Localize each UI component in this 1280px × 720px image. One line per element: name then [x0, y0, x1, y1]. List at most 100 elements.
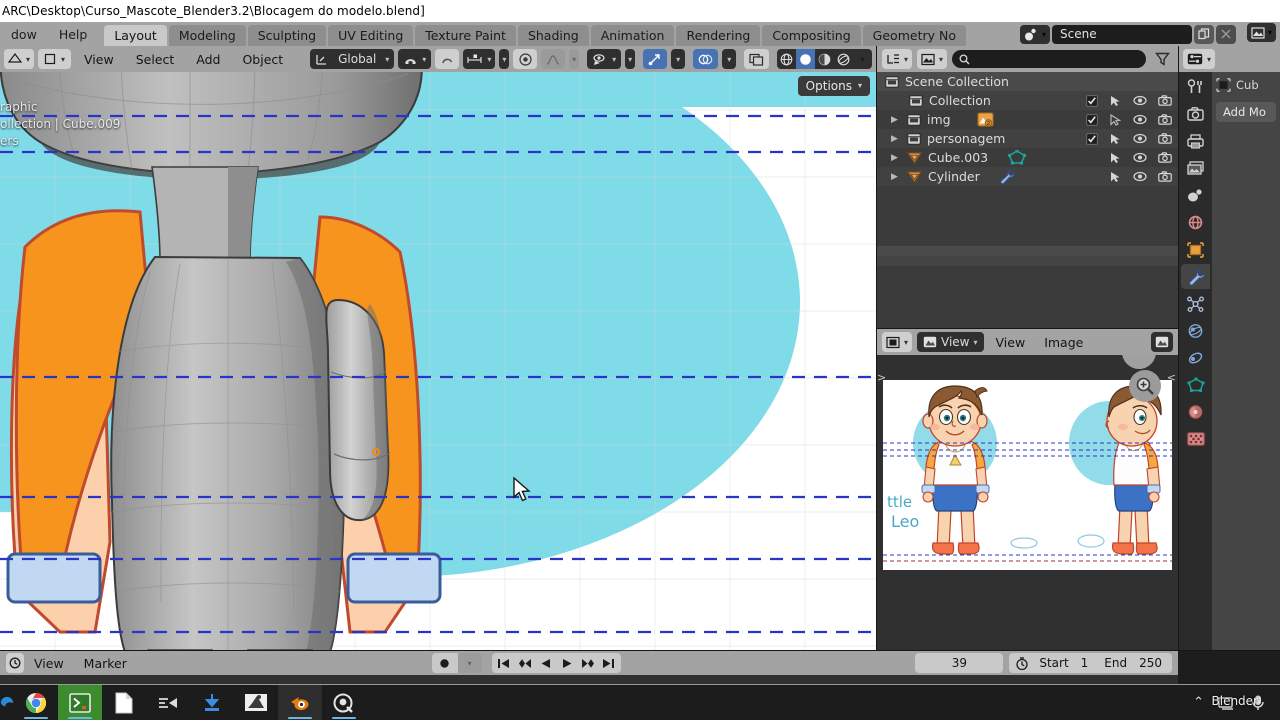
disclosure-triangle-icon[interactable]: ▶	[891, 134, 903, 144]
overlays-dropdown[interactable]: ▾	[722, 49, 737, 69]
checkbox-icon[interactable]	[1086, 132, 1098, 145]
taskbar-item-sync[interactable]	[146, 685, 190, 720]
image-editor-canvas[interactable]: ttle Leo > <	[877, 355, 1178, 650]
tab-geometry-nodes[interactable]: Geometry No	[862, 25, 966, 46]
camera-icon[interactable]	[1158, 114, 1172, 125]
shading-solid-button[interactable]	[796, 49, 816, 69]
viewport-3d[interactable]: ▾ ▾ View Select Add Object Global ▾ ▾ ▾ …	[0, 46, 876, 650]
properties-tab-view-layer[interactable]	[1181, 156, 1210, 181]
divider-outliner-bottom[interactable]	[877, 328, 1178, 329]
zoom-button[interactable]	[1129, 370, 1161, 402]
tab-sculpting[interactable]: Sculpting	[247, 25, 327, 46]
outliner-display-mode-button[interactable]: ▾	[917, 49, 948, 69]
disclosure-triangle-icon[interactable]: ▶	[891, 153, 903, 163]
properties-tab-material[interactable]	[1181, 399, 1210, 424]
outliner-search-input[interactable]	[952, 50, 1146, 68]
image-data-icon[interactable]: 2	[976, 112, 994, 127]
properties-tab-output[interactable]	[1181, 129, 1210, 154]
play-button[interactable]	[557, 653, 577, 673]
taskbar-item-chrome[interactable]	[14, 685, 58, 720]
falloff-curve-button[interactable]	[541, 49, 566, 69]
scene-name-field[interactable]: Scene	[1052, 24, 1192, 44]
image-editor-menu-image[interactable]: Image	[1037, 335, 1090, 350]
outliner-tree[interactable]: Scene Collection Collection ▶ img 2 ▶ pe…	[877, 72, 1178, 328]
properties-tab-texture[interactable]	[1181, 426, 1210, 451]
cursor-select-icon[interactable]	[1109, 152, 1122, 164]
tab-uv-editing[interactable]: UV Editing	[328, 25, 414, 46]
outliner-row-cube003[interactable]: ▶ Cube.003	[877, 148, 1178, 167]
tab-shading[interactable]: Shading	[517, 25, 589, 46]
mode-dropdown[interactable]: ▾	[38, 49, 72, 69]
cursor-select-icon[interactable]	[1109, 113, 1122, 126]
checkbox-icon[interactable]	[1086, 94, 1098, 107]
image-editor-mode-dropdown[interactable]: View ▾	[917, 332, 984, 352]
next-keyframe-button[interactable]	[578, 653, 598, 673]
taskbar-item-screen-recorder[interactable]	[322, 685, 366, 720]
timeline-strip[interactable]	[0, 675, 1178, 684]
menu-help[interactable]: Help	[48, 27, 99, 42]
mesh-data-icon[interactable]	[1008, 150, 1027, 165]
transform-orientation-dropdown[interactable]: Global ▾	[310, 49, 395, 69]
add-modifier-button[interactable]: Add Mo	[1216, 102, 1276, 122]
menu-window[interactable]: dow	[0, 27, 48, 42]
taskbar-item-terminal[interactable]	[58, 685, 102, 720]
divider-viewport-right[interactable]	[876, 46, 877, 650]
outliner-editor-type-button[interactable]: ▾	[882, 49, 913, 69]
viewport-options-button[interactable]: Options ▾	[797, 76, 870, 96]
properties-editor-type-button[interactable]: ▾	[1183, 49, 1216, 69]
current-frame-field[interactable]: 39	[915, 653, 1004, 673]
viewport-menu-select[interactable]: Select	[127, 52, 184, 67]
shading-dropdown[interactable]: ▾	[853, 49, 872, 69]
view-layer-button[interactable]: ▾	[1246, 23, 1276, 42]
camera-icon[interactable]	[1158, 171, 1172, 182]
visibility-eye-icon[interactable]	[1133, 152, 1147, 163]
outliner-filter-button[interactable]	[1151, 52, 1173, 66]
visibility-eye-icon[interactable]	[1133, 171, 1147, 182]
tab-modeling[interactable]: Modeling	[168, 25, 246, 46]
taskbar-item-blender[interactable]	[278, 685, 322, 720]
gizmo-toggle[interactable]	[643, 49, 668, 69]
taskbar-item-document[interactable]	[102, 685, 146, 720]
xray-toggle[interactable]	[744, 49, 770, 69]
properties-tab-modifiers[interactable]	[1181, 264, 1210, 289]
tab-layout[interactable]: Layout	[104, 25, 167, 46]
jump-to-end-button[interactable]	[599, 653, 619, 673]
timeline-menu-view[interactable]: View	[24, 656, 74, 671]
scene-browse-button[interactable]: ▾	[1019, 24, 1050, 44]
image-datablock-button[interactable]	[1151, 332, 1173, 352]
play-reverse-button[interactable]	[536, 653, 556, 673]
jump-to-start-button[interactable]	[494, 653, 514, 673]
image-editor-type-button[interactable]: ▾	[882, 332, 913, 352]
visibility-chevron[interactable]: ▾	[625, 49, 636, 69]
shading-material-button[interactable]	[815, 49, 834, 69]
outliner-row-cylinder[interactable]: ▶ Cylinder	[877, 167, 1178, 186]
new-scene-button[interactable]	[1194, 24, 1214, 44]
unlink-scene-button[interactable]	[1216, 24, 1236, 44]
shading-wireframe-button[interactable]	[777, 49, 796, 69]
camera-icon[interactable]	[1158, 95, 1172, 106]
falloff-dropdown[interactable]: ▾	[569, 49, 580, 69]
end-frame-value[interactable]: 250	[1131, 656, 1168, 670]
tab-compositing[interactable]: Compositing	[762, 25, 861, 46]
start-frame-value[interactable]: 1	[1073, 656, 1099, 670]
image-editor[interactable]: ▾ View ▾ View Image ttle Leo > <	[877, 329, 1178, 650]
timeline-editor[interactable]: View Marker ▾ 39 Start 1 End 250	[0, 651, 1178, 684]
properties-editor[interactable]: ▾ Cub Add Mo	[1179, 46, 1280, 650]
snap-dropdown[interactable]: ▾	[398, 49, 432, 69]
visibility-eye-icon[interactable]	[1133, 114, 1147, 125]
properties-tab-scene[interactable]	[1181, 183, 1210, 208]
cursor-select-icon[interactable]	[1109, 95, 1122, 107]
proportional-editing-toggle[interactable]	[513, 49, 538, 69]
properties-tab-constraints[interactable]	[1181, 345, 1210, 370]
taskbar-item-download[interactable]	[190, 685, 234, 720]
outliner-row-personagem[interactable]: ▶ personagem	[877, 129, 1178, 148]
viewport-menu-object[interactable]: Object	[233, 52, 292, 67]
divider-properties-left[interactable]	[1178, 46, 1179, 650]
outliner-row-img[interactable]: ▶ img 2	[877, 110, 1178, 129]
timeline-menu-marker[interactable]: Marker	[74, 656, 137, 671]
visibility-dropdown[interactable]: ▾	[587, 49, 622, 69]
outliner-row-scene-collection[interactable]: Scene Collection	[877, 72, 1178, 91]
disclosure-triangle-icon[interactable]: ▶	[891, 115, 903, 125]
camera-icon[interactable]	[1158, 152, 1172, 163]
tab-animation[interactable]: Animation	[590, 25, 675, 46]
